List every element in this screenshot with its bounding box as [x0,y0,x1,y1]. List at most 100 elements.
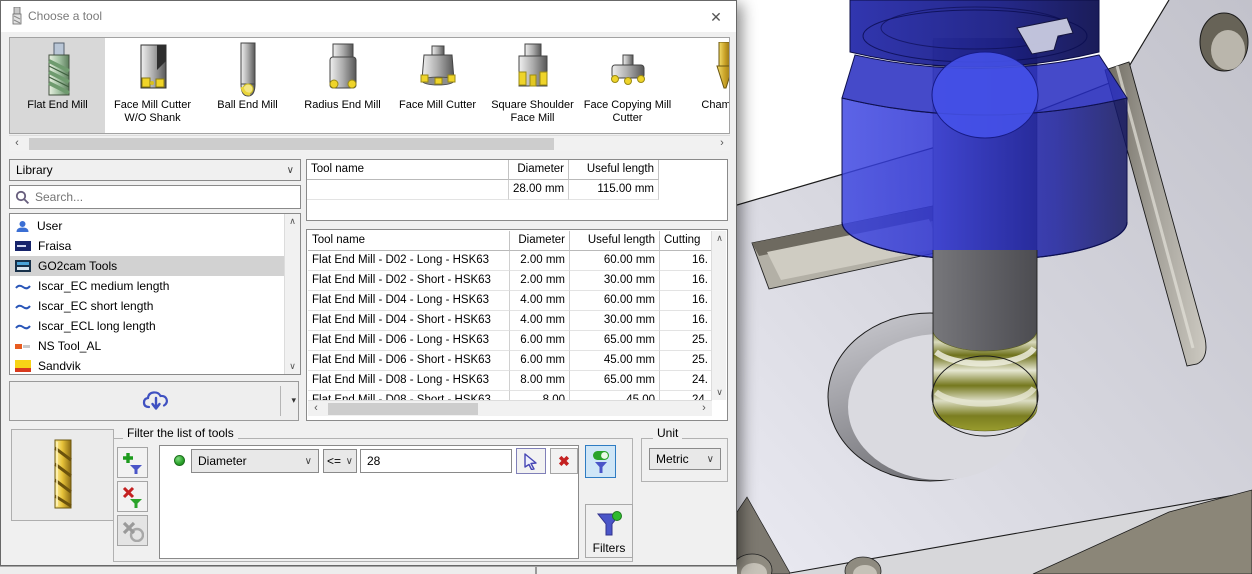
filter-group-legend: Filter the list of tools [123,426,238,440]
library-item-go2cam-tools[interactable]: GO2cam Tools [10,256,284,276]
table-row[interactable]: Flat End Mill - D06 - Short - HSK63 6.00… [308,351,712,371]
tool-type-label: Radius End Mill [304,99,381,111]
filter-operator-select[interactable]: <= ∨ [323,449,357,473]
unit-select[interactable]: Metric ∨ [649,448,721,470]
tool-table-hscrollbar[interactable]: ‹ › [308,400,712,416]
add-filter-button[interactable] [117,447,148,478]
library-item-user[interactable]: User [10,216,284,236]
dialog-titlebar[interactable]: Choose a tool ✕ [1,1,736,32]
col-diameter[interactable]: Diameter [510,231,570,251]
filter-value-combo[interactable]: ∨ [360,449,529,473]
tool-type-flat-end-mill[interactable]: Flat End Mill [10,38,105,133]
chamfer-mill-icon [675,41,729,99]
col-diameter: Diameter [509,160,569,180]
table-row[interactable]: Flat End Mill - D08 - Long - HSK63 8.00 … [308,371,712,391]
pick-tool-button[interactable] [516,448,546,474]
cell-cutting: 25. [660,351,712,371]
search-input[interactable] [35,190,295,204]
square-shoulder-face-mill-icon [485,41,580,99]
cell-cutting: 16. [660,311,712,331]
table-row[interactable]: Flat End Mill - D06 - Long - HSK63 6.00 … [308,331,712,351]
tool-type-radius-end-mill[interactable]: Radius End Mill [295,38,390,133]
gold-end-mill-image [53,439,72,509]
tool-table-header-row[interactable]: Tool name Diameter Useful length Cutting [308,231,712,251]
table-row[interactable]: Flat End Mill - D04 - Long - HSK63 4.00 … [308,291,712,311]
tool-type-chamfer[interactable]: Chamfer [675,38,729,133]
close-icon[interactable]: ✕ [706,7,726,27]
scrollbar-thumb[interactable] [328,403,478,415]
tool-type-strip: Flat End Mill Face Mill Cutter W/O Shank [9,37,730,134]
scroll-left-icon[interactable]: ‹ [9,136,25,152]
library-item-fraisa[interactable]: Fraisa [10,236,284,256]
radius-end-mill-icon [295,41,390,99]
table-row[interactable]: Flat End Mill - D02 - Short - HSK63 2.00… [308,271,712,291]
tool-type-face-copying-mill-cutter[interactable]: Face Copying Mill Cutter [580,38,675,133]
cursor-arrow-icon [524,452,537,470]
iscar-logo-icon [15,284,31,289]
tool [931,250,1039,437]
remove-filter-button[interactable] [117,481,148,512]
cell-cutting: 25. [660,331,712,351]
tool-type-face-mill-cutter[interactable]: Face Mill Cutter [390,38,485,133]
library-item-label: Sandvik [38,359,81,373]
filter-field-select[interactable]: Diameter ∨ [191,449,319,473]
face-mill-cutter-icon [390,41,485,99]
library-item-label: NS Tool_AL [38,339,102,353]
library-list-scrollbar[interactable]: ∧ ∨ [284,214,300,374]
library-select[interactable]: Library ∨ [9,159,301,181]
tool-table-vscrollbar[interactable]: ∧ ∨ [711,231,726,400]
tool-type-ball-end-mill[interactable]: Ball End Mill [200,38,295,133]
selected-tool-row[interactable]: 28.00 mm 115.00 mm [307,180,727,200]
cell-diameter: 2.00 mm [510,271,570,291]
library-item-iscar-ec-medium[interactable]: Iscar_EC medium length [10,276,284,296]
cell-useful-length: 65.00 mm [570,331,660,351]
scroll-right-icon[interactable]: › [714,136,730,152]
clear-filter-button-disabled[interactable] [117,515,148,546]
search-box[interactable] [9,185,301,209]
delete-filter-row-button[interactable]: ✖ [550,448,578,474]
scroll-down-icon[interactable]: ∨ [285,359,300,374]
library-list[interactable]: User Fraisa GO2cam Tools Iscar_EC medium… [9,213,301,375]
red-x-icon: ✖ [558,452,570,469]
library-item-sandvik[interactable]: Sandvik [10,356,284,374]
download-library-button[interactable]: ▾ [9,381,299,421]
cell-cutting: 16. [660,271,712,291]
scrollbar-thumb[interactable] [29,138,554,150]
remove-filter-icon [122,486,142,508]
cad-3d-viewport[interactable] [737,0,1252,574]
scroll-up-icon[interactable]: ∧ [285,214,300,229]
filter-toggle-button[interactable] [585,445,616,478]
col-useful-length[interactable]: Useful length [570,231,660,251]
tool-type-label: Face Copying Mill Cutter [583,99,672,124]
filters-button-label: Filters [592,541,626,555]
go2cam-logo-icon [15,260,31,272]
cell-tool-name: Flat End Mill - D06 - Short - HSK63 [308,351,510,371]
splitter[interactable] [535,567,537,574]
table-row[interactable]: Flat End Mill - D04 - Short - HSK63 4.00… [308,311,712,331]
cell-useful-length: 30.00 mm [570,271,660,291]
library-item-label: Iscar_ECL long length [38,319,156,333]
scroll-left-icon[interactable]: ‹ [308,401,324,417]
scroll-down-icon[interactable]: ∨ [712,385,727,400]
table-row[interactable]: Flat End Mill - D08 - Short - HSK63 8.00… [308,391,712,400]
tool-type-label: Ball End Mill [217,99,278,111]
filters-button[interactable]: Filters [585,504,633,558]
filter-value-input[interactable] [367,454,522,468]
scroll-right-icon[interactable]: › [696,401,712,417]
library-item-iscar-ec-short[interactable]: Iscar_EC short length [10,296,284,316]
tool-strip-scrollbar[interactable]: ‹ › [9,135,730,151]
cell-tool-name: Flat End Mill - D08 - Short - HSK63 [308,391,510,400]
cell-cutting: 24. [660,391,712,400]
table-row[interactable]: Flat End Mill - D02 - Long - HSK63 2.00 … [308,251,712,271]
tool-type-face-mill-wo-shank[interactable]: Face Mill Cutter W/O Shank [105,38,200,133]
dialog-title: Choose a tool [28,9,103,23]
scroll-up-icon[interactable]: ∧ [712,231,727,246]
col-tool-name[interactable]: Tool name [308,231,510,251]
caret-down-icon[interactable]: ▾ [291,395,296,406]
cell-diameter: 8.00 [510,391,570,400]
screen: Choose a tool ✕ Flat End Mill Face Mill … [0,0,1252,574]
library-item-ns-tool-al[interactable]: NS Tool_AL [10,336,284,356]
library-item-iscar-ecl-long[interactable]: Iscar_ECL long length [10,316,284,336]
tool-type-square-shoulder-face-mill[interactable]: Square Shoulder Face Mill [485,38,580,133]
col-cutting[interactable]: Cutting [660,231,712,251]
